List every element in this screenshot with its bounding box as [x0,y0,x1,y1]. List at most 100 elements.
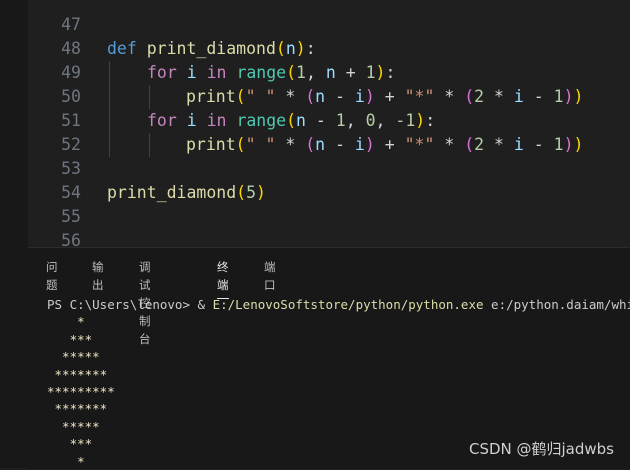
punctuation: : [305,39,316,58]
number: 2 [474,135,485,154]
operator: - [325,135,355,154]
terminal-output-line: *** [47,331,93,347]
variable: n [325,63,336,82]
builtin: range [236,111,287,130]
code-line-48[interactable]: def print_diamond(n): [107,37,316,61]
bracket: ( [235,135,246,154]
operator: * [434,135,465,154]
string: "*" [404,87,435,106]
punctuation: : [425,111,436,130]
line-number: 48 [61,39,81,58]
activity-edge [0,247,28,468]
operator: + [335,63,366,82]
line-number: 54 [61,183,81,202]
terminal-output-line: ***** [47,349,100,365]
terminal-output-line: ******* [47,366,108,382]
number: 1 [335,111,346,130]
punctuation: , [375,111,396,130]
operator: * [275,87,306,106]
bracket: ) [295,39,306,58]
script-path: e:/python.daiam/while循环 [491,297,630,312]
code-line-54[interactable]: print_diamond(5) [107,181,266,205]
string: "*" [404,135,435,154]
number: 0 [365,111,376,130]
parameter: n [285,39,296,58]
bracket: ) [563,135,574,154]
operator: * [434,87,465,106]
variable: i [186,111,197,130]
number: 5 [246,183,257,202]
line-number: 52 [61,135,81,154]
terminal-prompt: PS C:\Users\lenovo> & [47,297,213,312]
line-number: 47 [61,15,81,34]
line-number: 53 [61,159,81,178]
bracket: ) [375,63,386,82]
indent-guide [109,61,110,157]
bracket: ) [256,183,266,202]
terminal-output-line: ***** [47,418,100,434]
tab-ports[interactable]: 端口 [264,258,276,294]
number: 1 [365,63,376,82]
variable: i [354,135,365,154]
bracket: ( [464,87,475,106]
bracket: ( [305,135,316,154]
bracket: ( [236,183,247,202]
bracket: ) [364,135,375,154]
bracket: ( [235,87,246,106]
variable: i [186,63,197,82]
variable: n [315,135,326,154]
activity-edge [0,0,28,247]
keyword: in [206,63,227,82]
code-line-51[interactable]: for i in range(n - 1, 0, -1): [147,109,435,133]
operator: * [484,135,514,154]
tab-problems[interactable]: 问题 [46,258,58,294]
bracket: ) [573,87,584,106]
keyword: in [206,111,227,130]
tab-output[interactable]: 输出 [92,258,104,294]
code-line-52[interactable]: print(" " * (n - i) + "*" * (2 * i - 1)) [186,133,583,157]
line-number: 55 [61,207,81,226]
code-line-49[interactable]: for i in range(1, n + 1): [147,61,395,85]
bracket: ( [305,87,316,106]
terminal-output-line: * [47,314,85,330]
csdn-watermark: CSDN @鹤归jadwbs [468,440,614,458]
bracket: ) [573,135,584,154]
builtin: range [236,63,287,82]
operator: + [374,87,405,106]
variable: i [513,87,524,106]
punctuation: : [385,63,396,82]
variable: i [513,135,524,154]
line-number: 50 [61,87,81,106]
function-name: print [186,135,236,154]
keyword: for [147,63,177,82]
keyword: for [147,111,177,130]
operator: - [305,111,336,130]
number: -1 [395,111,416,130]
operator: * [484,87,514,106]
terminal-command-line: PS C:\Users\lenovo> & E:/LenovoSoftstore… [47,296,630,313]
code-editor[interactable]: 47 48 49 50 51 52 53 54 55 56 def print_… [0,0,630,247]
variable: n [296,111,306,130]
function-name: print [186,87,236,106]
bracket: ( [464,135,475,154]
number: 1 [553,87,564,106]
variable: i [354,87,365,106]
bracket: ) [563,87,574,106]
indent-guide [149,133,150,157]
punctuation: , [345,111,366,130]
number: 2 [474,87,485,106]
string: " " [245,87,276,106]
operator: - [325,87,355,106]
tab-terminal[interactable]: 终端 [217,258,229,299]
operator: + [374,135,405,154]
function-name: print_diamond [107,183,237,202]
number: 1 [553,135,564,154]
line-number: 56 [61,231,81,247]
operator: - [523,135,554,154]
variable: n [315,87,326,106]
function-name: print_diamond [146,39,276,58]
operator: - [523,87,554,106]
punctuation: , [305,63,326,82]
code-line-50[interactable]: print(" " * (n - i) + "*" * (2 * i - 1)) [186,85,583,109]
bracket: ) [364,87,375,106]
